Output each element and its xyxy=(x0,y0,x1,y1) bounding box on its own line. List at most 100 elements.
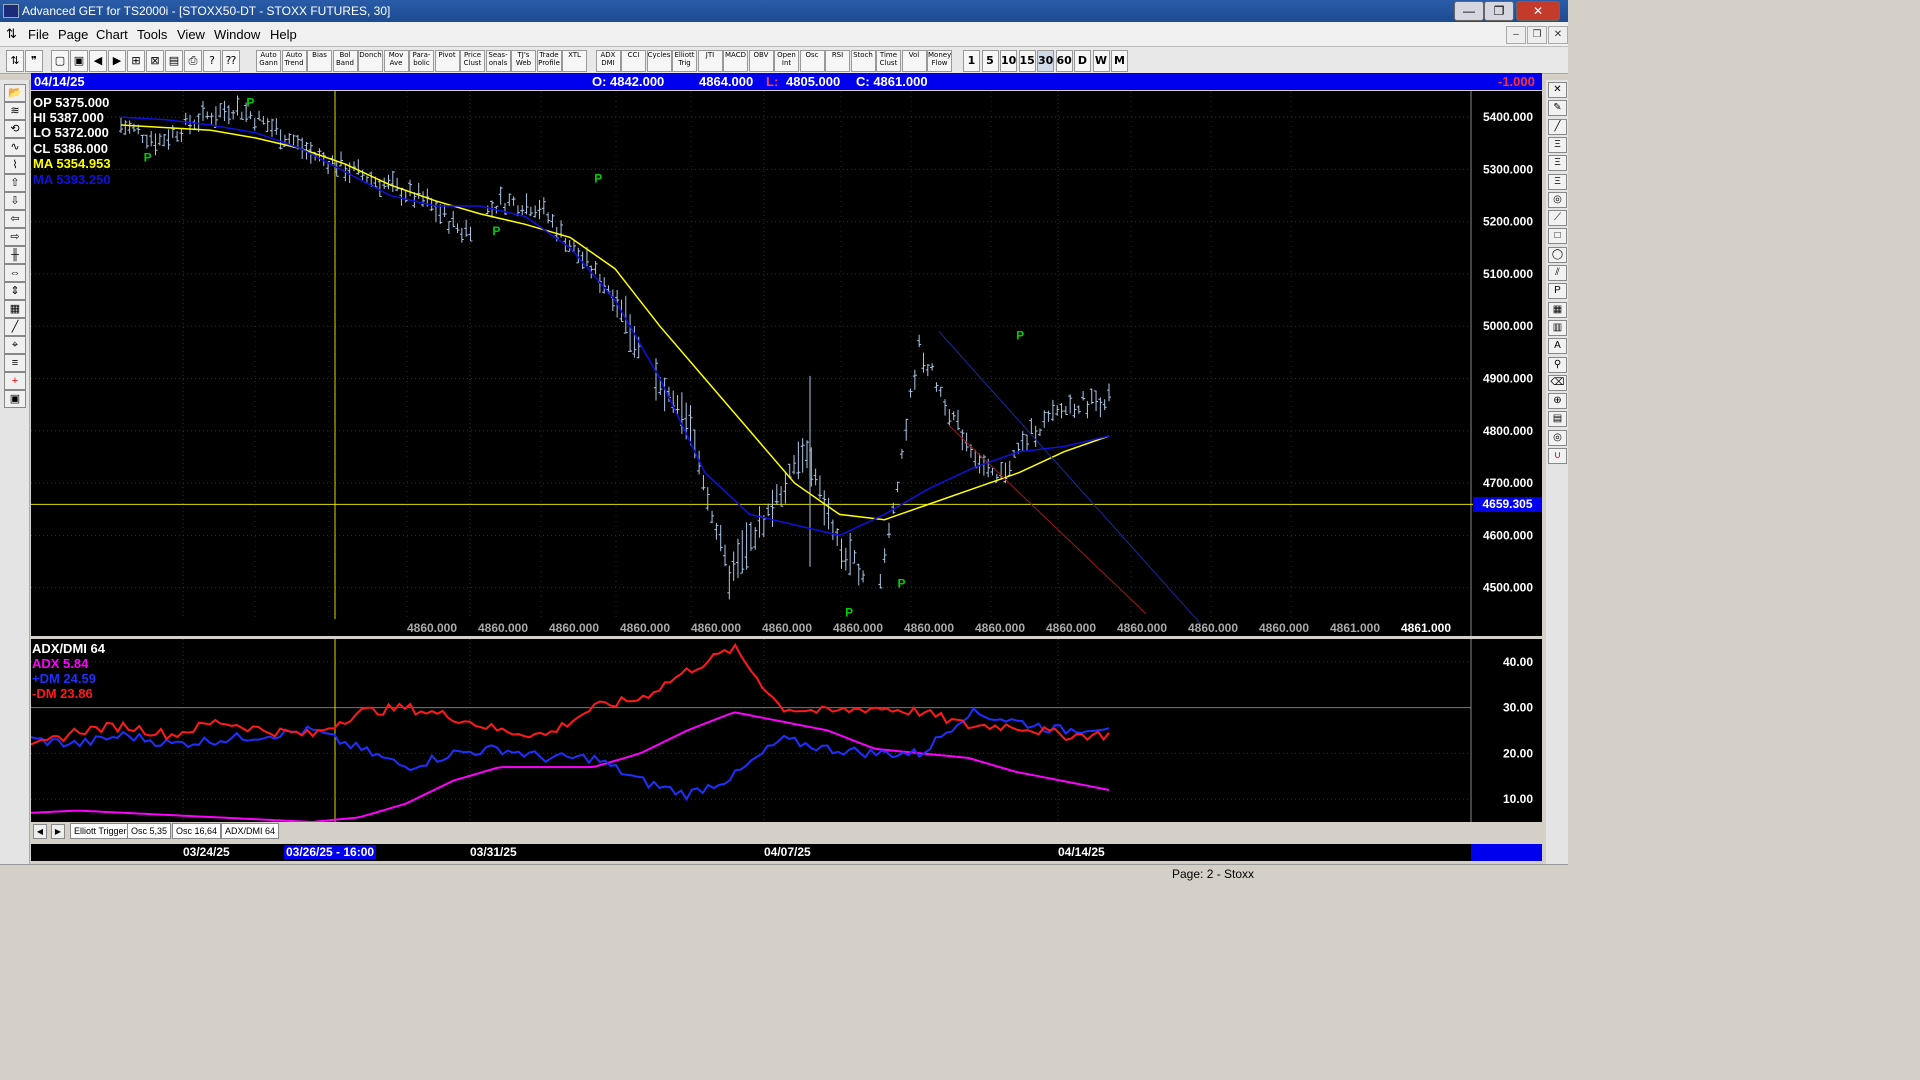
tab-osc-5-35[interactable]: Osc 5,35 xyxy=(127,823,172,839)
study-button-price-clust[interactable]: Price Clust xyxy=(460,50,485,72)
study-button-tj-s-web[interactable]: TJ's Web xyxy=(511,50,536,72)
quote-icon[interactable]: ❞ xyxy=(25,50,43,72)
target-icon[interactable]: ◎ xyxy=(1548,429,1567,446)
elliott-icon[interactable]: ⌇ xyxy=(4,156,26,174)
tab-scroll-right-icon[interactable]: ▶ xyxy=(51,824,65,839)
timeframe-button-1[interactable]: 1 xyxy=(963,50,980,72)
probability-icon[interactable]: ▥ xyxy=(1548,319,1567,336)
tab-adx-dmi-64[interactable]: ADX/DMI 64 xyxy=(221,823,280,839)
eraser-icon[interactable]: ⌫ xyxy=(1548,374,1567,391)
mdi-minimize-icon[interactable]: – xyxy=(1506,26,1526,44)
menu-view[interactable]: View xyxy=(177,27,205,42)
close-button[interactable]: ✕ xyxy=(1516,1,1560,21)
channel-icon[interactable]: ⫽ xyxy=(1548,265,1567,281)
tab-elliott-trigger[interactable]: Elliott Trigger xyxy=(70,823,131,839)
study-button-vol[interactable]: Vol xyxy=(901,50,927,72)
box-icon[interactable]: □ xyxy=(1548,228,1567,245)
menu-window[interactable]: Window xyxy=(214,27,260,42)
arrow-up-icon[interactable]: ⇧ xyxy=(4,174,26,192)
menu-page[interactable]: Page xyxy=(58,27,88,42)
undo-icon[interactable]: ⇅ xyxy=(6,50,24,72)
magnet-icon[interactable]: ∪ xyxy=(1548,448,1567,464)
fib-ext-icon[interactable]: Ξ xyxy=(1548,155,1567,172)
compress-icon[interactable]: ╫ xyxy=(4,246,26,264)
study-button-elliott-trig[interactable]: Elliott Trig xyxy=(672,50,697,72)
forward-icon[interactable]: ⊞ xyxy=(127,50,145,72)
trendline-icon[interactable]: ╱ xyxy=(1548,118,1567,135)
mdi-restore-icon[interactable]: ❐ xyxy=(1527,26,1547,44)
study-button-rsi[interactable]: RSI xyxy=(825,50,850,72)
ellipse-icon[interactable]: ◯ xyxy=(1548,246,1567,263)
study-button-money-flow[interactable]: Money Flow xyxy=(927,50,952,72)
study-button-pivot[interactable]: Pivot xyxy=(434,50,460,72)
help-icon[interactable]: ? xyxy=(203,50,221,72)
adx-dmi-chart[interactable]: 40.00 30.00 20.00 10.00 xyxy=(31,639,1542,822)
timeframe-button-w[interactable]: W xyxy=(1092,50,1110,72)
arrow-down-icon[interactable]: ⇩ xyxy=(4,192,26,210)
study-button-xtl[interactable]: XTL xyxy=(562,50,587,72)
study-button-para-bolic[interactable]: Para-bolic xyxy=(409,50,434,72)
price-chart-pane[interactable]: 5400.000 5300.000 5200.000 5100.000 5000.000… xyxy=(31,91,1542,636)
study-button-mov-ave[interactable]: Mov Ave xyxy=(383,50,409,72)
timeframe-button-60[interactable]: 60 xyxy=(1055,50,1073,72)
study-button-cycles[interactable]: Cycles xyxy=(646,50,672,72)
fib-time-icon[interactable]: Ξ xyxy=(1548,173,1567,190)
study-button-macd[interactable]: MACD xyxy=(723,50,748,72)
fib-ret-icon[interactable]: Ξ xyxy=(1548,136,1567,153)
tab-scroll-left-icon[interactable]: ◀ xyxy=(33,824,47,839)
layout-icon[interactable]: ▤ xyxy=(165,50,183,72)
text-icon[interactable]: A xyxy=(1548,338,1567,355)
timeframe-button-15[interactable]: 15 xyxy=(1018,50,1036,72)
study-icon[interactable]: ∿ xyxy=(4,138,26,156)
study-button-stoch[interactable]: Stoch xyxy=(850,50,876,72)
expand-icon[interactable]: ⇔ xyxy=(4,264,26,282)
gann-icon[interactable]: ⌖ xyxy=(4,336,26,354)
timeframe-button-10[interactable]: 10 xyxy=(1000,50,1017,72)
menu-file[interactable]: File xyxy=(28,27,49,42)
reset-icon[interactable]: ⟲ xyxy=(4,120,26,138)
crosshair-icon[interactable]: + xyxy=(4,372,26,390)
zoom-icon[interactable]: ⇕ xyxy=(4,282,26,300)
study-button-donch[interactable]: Donch xyxy=(358,50,383,72)
arrow-left-icon[interactable]: ⇦ xyxy=(4,210,26,228)
back-icon[interactable]: ▶ xyxy=(108,50,126,72)
zoom-icon[interactable]: ⊕ xyxy=(1548,393,1567,410)
print-icon[interactable]: ▣ xyxy=(4,390,26,408)
mdi-close-icon[interactable]: ✕ xyxy=(1548,26,1568,44)
study-button-seas-onals[interactable]: Seas-onals xyxy=(485,50,511,72)
print-icon[interactable]: ⎙ xyxy=(184,50,202,72)
copy-icon[interactable]: ▣ xyxy=(70,50,88,72)
study-button-osc[interactable]: Osc xyxy=(799,50,825,72)
menu-chart[interactable]: Chart xyxy=(96,27,128,42)
study-button-cci[interactable]: CCI xyxy=(621,50,646,72)
timeframe-button-d[interactable]: D xyxy=(1074,50,1091,72)
close-x-icon[interactable]: ✕ xyxy=(1548,82,1567,98)
price-chart[interactable]: 5400.000 5300.000 5200.000 5100.000 5000.000… xyxy=(31,91,1542,636)
fan-icon[interactable]: ⟋ xyxy=(1548,210,1567,227)
grid-icon[interactable]: ▦ xyxy=(1548,301,1567,318)
timeframe-button-30[interactable]: 30 xyxy=(1037,50,1054,72)
animate-icon[interactable]: ≋ xyxy=(4,102,26,120)
grid-icon[interactable]: ⊠ xyxy=(146,50,164,72)
pencil-icon[interactable]: ✎ xyxy=(1548,100,1567,117)
whats-this-icon[interactable]: ⁇ xyxy=(222,50,240,72)
study-button-auto-gann[interactable]: Auto Gann xyxy=(256,50,281,72)
study-button-auto-trend[interactable]: Auto Trend xyxy=(281,50,307,72)
arrow-right-icon[interactable]: ⇨ xyxy=(4,228,26,246)
date-axis-scroll[interactable] xyxy=(1471,844,1542,861)
study-button-bol-band[interactable]: Bol Band xyxy=(332,50,358,72)
menu-help[interactable]: Help xyxy=(270,27,297,42)
menu-tools[interactable]: Tools xyxy=(137,27,167,42)
study-button-jti[interactable]: JTI xyxy=(697,50,723,72)
open-icon[interactable]: 📂 xyxy=(4,84,26,102)
cycle-icon[interactable]: ◎ xyxy=(1548,191,1567,208)
calc-icon[interactable]: ▤ xyxy=(1548,411,1567,428)
study-button-trade-profile[interactable]: Trade Profile xyxy=(536,50,562,72)
study-button-open-int[interactable]: Open Int xyxy=(774,50,799,72)
magnify-icon[interactable]: ⚲ xyxy=(1548,356,1567,373)
new-icon[interactable]: ▢ xyxy=(51,50,69,72)
adx-dmi-pane[interactable]: 40.00 30.00 20.00 10.00 ADX/DMI 64 ADX 5.84… xyxy=(31,639,1542,822)
study-button-bias[interactable]: Bias xyxy=(307,50,332,72)
lines-icon[interactable]: ╱ xyxy=(4,318,26,336)
timeframe-button-m[interactable]: M xyxy=(1111,50,1128,72)
